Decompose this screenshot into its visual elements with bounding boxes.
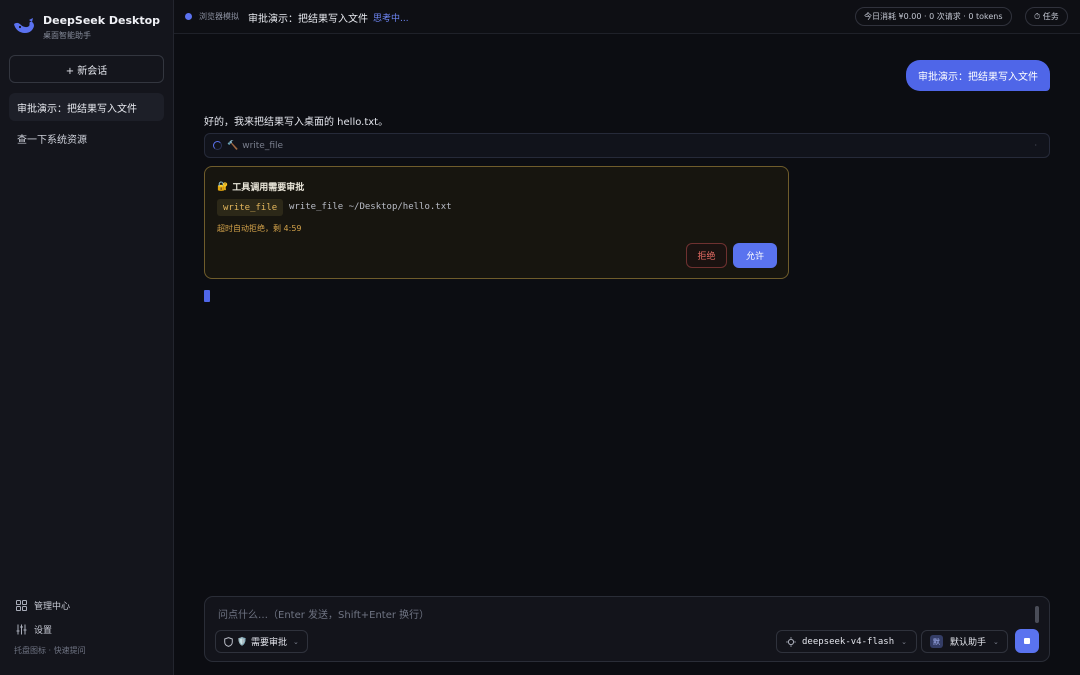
conversation-item-active[interactable]: 审批演示：把结果写入文件: [9, 93, 164, 121]
lock-key-icon: 🔐: [217, 181, 229, 192]
tasks-button[interactable]: ⏱ 任务: [1025, 7, 1068, 26]
loading-spinner-icon: [213, 141, 222, 150]
conversation-title: 查一下系统资源: [17, 134, 87, 146]
sliders-icon: [16, 624, 27, 635]
agent-select[interactable]: 默 默认助手 ⌄: [921, 630, 1008, 653]
conversation-header-title: 审批演示：把结果写入文件: [248, 14, 368, 25]
chevron-down-icon: ⌄: [993, 637, 999, 646]
settings-label: 设置: [34, 626, 53, 636]
model-select[interactable]: deepseek-v4-flash ⌄: [776, 630, 917, 653]
allow-button[interactable]: 允许: [733, 243, 777, 268]
tool-command: write_file ~/Desktop/hello.txt: [289, 202, 452, 212]
tool-name-chip: write_file: [217, 199, 284, 216]
message-input[interactable]: [218, 607, 1018, 623]
status-dot-icon: [185, 13, 192, 20]
conversation-title: 审批演示：把结果写入文件: [17, 103, 137, 115]
app-name: DeepSeek Desktop: [43, 14, 161, 27]
composer-scrollbar[interactable]: [1035, 606, 1039, 623]
thinking-status: 思考中...: [373, 14, 409, 24]
streaming-cursor: [204, 290, 210, 302]
approval-card: 🔐 工具调用需要审批 write_file write_file ~/Deskt…: [204, 166, 789, 279]
chevron-down-icon: ⌄: [901, 637, 907, 646]
usage-badge: 今日消耗 ¥0.00 · 0 次请求 · 0 tokens: [855, 7, 1012, 26]
agent-value: 默认助手: [950, 638, 987, 648]
app-subtitle: 桌面智能助手: [43, 31, 91, 40]
reject-button[interactable]: 拒绝: [686, 243, 727, 268]
composer: 🛡️ 需要审批 ⌄ deepseek-v4-flash ⌄ 默 默认助手 ⌄: [204, 596, 1050, 662]
stop-icon: [1024, 638, 1030, 644]
top-bar: 浏览器模拟 审批演示：把结果写入文件 思考中... 今日消耗 ¥0.00 · 0…: [174, 0, 1080, 34]
conversation-item[interactable]: 查一下系统资源: [9, 124, 164, 152]
tray-hint: 托盘图标 · 快速提问: [14, 646, 86, 655]
approval-mode-select[interactable]: 🛡️ 需要审批 ⌄: [215, 630, 308, 653]
approval-mode-value: 需要审批: [250, 638, 287, 648]
chevron-down-icon: ⌄: [292, 637, 299, 646]
timeout-countdown: 超时自动拒绝，剩 4:59: [217, 224, 302, 233]
new-chat-button[interactable]: + 新会话: [9, 55, 164, 83]
expand-icon[interactable]: ·: [1034, 141, 1037, 150]
shield-icon: [224, 636, 233, 647]
settings-link[interactable]: 设置: [16, 623, 52, 636]
admin-center-link[interactable]: 管理中心: [16, 599, 70, 612]
approval-title: 🔐 工具调用需要审批: [217, 180, 305, 194]
sidebar: DeepSeek Desktop 桌面智能助手 + 新会话 审批演示：把结果写入…: [0, 0, 174, 675]
wrench-icon: 🔨: [227, 140, 239, 151]
stop-button[interactable]: [1015, 629, 1039, 653]
assistant-message: 好的，我来把结果写入桌面的 hello.txt。: [204, 117, 389, 128]
admin-center-label: 管理中心: [34, 602, 71, 612]
shield-emoji-icon: 🛡️: [237, 637, 247, 646]
tool-call-row[interactable]: 🔨 write_file ·: [204, 133, 1050, 158]
brand: DeepSeek Desktop 桌面智能助手: [12, 13, 160, 42]
model-value: deepseek-v4-flash: [802, 636, 895, 647]
chip-icon: [786, 636, 796, 647]
whale-logo-icon: [14, 18, 34, 33]
grid-icon: [16, 600, 27, 611]
user-message: 审批演示：把结果写入文件: [906, 60, 1050, 91]
approval-title-text: 工具调用需要审批: [232, 183, 305, 193]
agent-badge-icon: 默: [930, 635, 943, 648]
mode-label: 浏览器模拟: [199, 12, 239, 21]
tool-call-name: write_file: [242, 140, 284, 151]
